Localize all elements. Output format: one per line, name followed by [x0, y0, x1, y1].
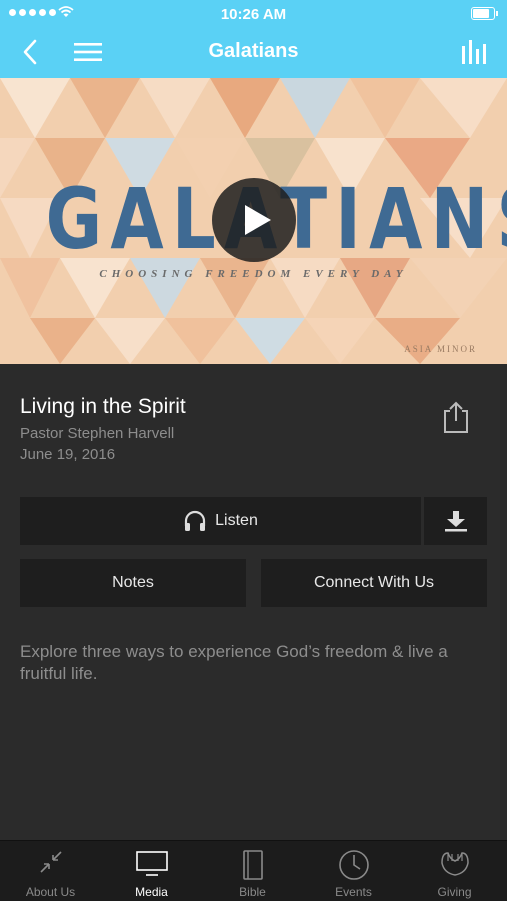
tab-giving[interactable]: Giving [404, 841, 505, 901]
clock-icon [338, 850, 369, 880]
compress-arrows-icon [39, 851, 62, 873]
sermon-speaker: Pastor Stephen Harvell [20, 425, 175, 442]
tab-media[interactable]: Media [101, 841, 202, 901]
tab-label-about-us: About Us [25, 885, 76, 899]
play-icon [245, 205, 271, 235]
tab-about-us[interactable]: About Us [0, 841, 101, 901]
tab-bar: About Us Media Bible Events Giving [0, 840, 507, 901]
tab-label-bible: Bible [239, 885, 266, 899]
notes-label: Notes [112, 574, 154, 591]
headphones-icon [185, 510, 206, 531]
series-artwork[interactable]: GALATIANS CHOOSING FREEDOM EVERY DAY ASI… [0, 78, 507, 364]
share-icon[interactable] [441, 400, 471, 434]
audio-levels-icon[interactable] [461, 38, 487, 66]
sermon-description: Explore three ways to experience God’s f… [20, 642, 448, 683]
status-time: 10:26 AM [220, 6, 287, 23]
notes-button[interactable]: Notes [20, 559, 246, 607]
map-label: ASIA MINOR [404, 344, 477, 354]
sermon-date: June 19, 2016 [20, 446, 116, 463]
sermon-title: Living in the Spirit [20, 395, 186, 418]
tab-bible[interactable]: Bible [202, 841, 303, 901]
status-bar: 10:26 AM [0, 0, 507, 28]
connect-label: Connect With Us [313, 574, 435, 591]
tab-label-giving: Giving [437, 885, 472, 899]
listen-button[interactable]: Listen [20, 497, 421, 545]
praying-hands-icon [440, 852, 469, 876]
play-button[interactable] [212, 178, 296, 262]
nav-bar: Galatians [0, 28, 507, 78]
tab-label-events: Events [335, 885, 372, 899]
battery-icon [471, 7, 498, 20]
download-icon [444, 511, 467, 532]
tab-events[interactable]: Events [303, 841, 404, 901]
book-icon [242, 850, 263, 880]
listen-label: Listen [215, 512, 258, 529]
tab-label-media: Media [135, 885, 168, 899]
connect-with-us-button[interactable]: Connect With Us [261, 559, 487, 607]
tv-icon [135, 851, 168, 876]
page-title: Galatians [208, 40, 299, 62]
download-button[interactable] [424, 497, 487, 545]
series-tagline: CHOOSING FREEDOM EVERY DAY [99, 268, 408, 280]
